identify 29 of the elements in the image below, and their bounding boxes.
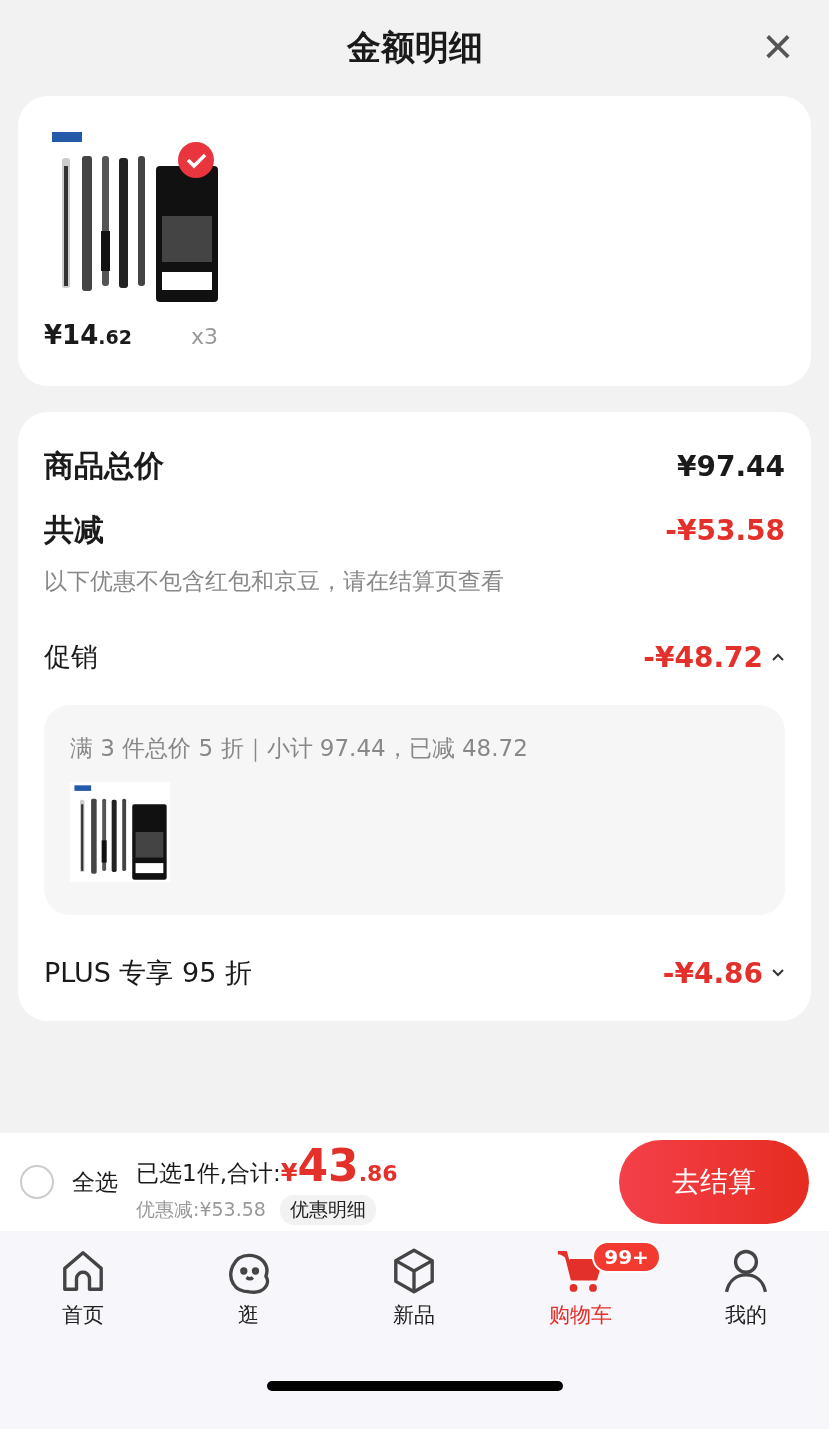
- caret-down-icon[interactable]: [771, 968, 785, 978]
- checkout-button[interactable]: 去结算: [619, 1140, 809, 1224]
- nav-tab[interactable]: 购物车 99+: [497, 1231, 664, 1343]
- product-price: ¥14.62: [44, 320, 132, 350]
- nav-tab[interactable]: 新品: [331, 1231, 498, 1343]
- nav-tab[interactable]: 首页: [0, 1231, 166, 1343]
- total-label: 商品总价: [44, 446, 164, 485]
- select-all-checkbox[interactable]: [20, 1165, 54, 1199]
- saving-text: 优惠减:¥53.58: [136, 1196, 266, 1222]
- reduction-value: -¥53.58: [665, 513, 785, 547]
- total-value: ¥97.44: [676, 449, 785, 483]
- select-all-label: 全选: [72, 1167, 118, 1197]
- check-icon[interactable]: [178, 142, 214, 178]
- discount-note: 以下优惠不包含红包和京豆，请在结算页查看: [44, 567, 505, 596]
- nav-tab[interactable]: 我的: [663, 1231, 829, 1343]
- count-badge: 99+: [592, 1241, 661, 1273]
- discount-label: 促销: [44, 640, 98, 674]
- quantity: x3: [190, 324, 218, 349]
- discount-label: PLUS 专享 95 折: [44, 956, 252, 990]
- discount-value: -¥4.86: [662, 956, 763, 990]
- caret-up-icon[interactable]: [771, 652, 785, 662]
- close-button[interactable]: ×: [756, 22, 799, 70]
- total-amount: 已选1件,合计:¥43.86: [136, 1139, 399, 1191]
- window-title: 金额明细: [346, 26, 483, 69]
- discount-detail-link[interactable]: 优惠明细: [279, 1194, 376, 1225]
- discount-value: -¥48.72: [643, 640, 763, 674]
- reduction-label: 共减: [44, 510, 104, 549]
- nav-tab[interactable]: 逛: [165, 1231, 332, 1343]
- promotion-detail: 满 3 件总价 5 折｜小计 97.44，已减 48.72: [70, 734, 529, 764]
